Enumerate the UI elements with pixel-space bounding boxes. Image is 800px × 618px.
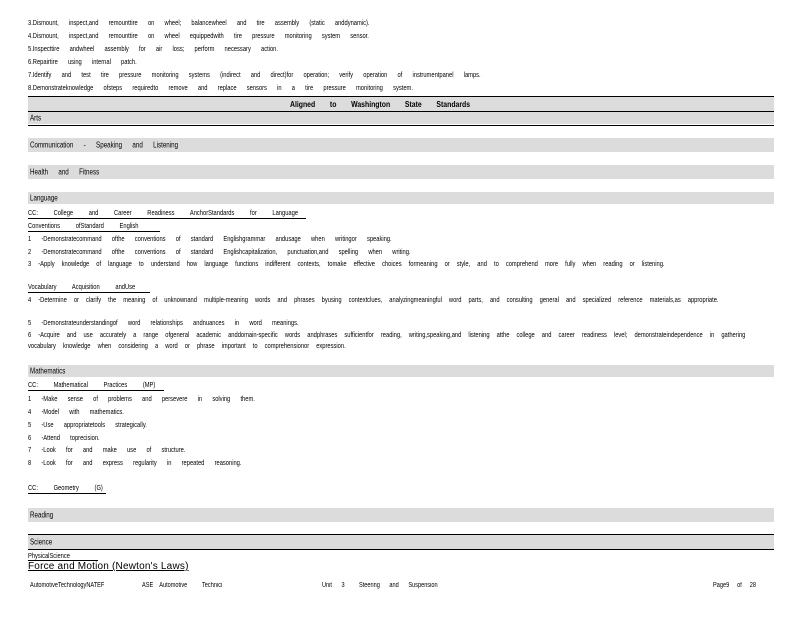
science-subheading: PhysicalScience — [28, 551, 70, 560]
task-item: 3.Dismount, inspect,and remounttire on w… — [28, 18, 370, 27]
section-mathematics: Mathematics — [28, 365, 774, 377]
math-item: 7 -Look for and make use of structure. — [28, 445, 186, 454]
math-cc-heading: CC: Mathematical Practices (MP) — [28, 380, 156, 389]
section-title: Mathematics — [30, 366, 66, 376]
footer-unit-title: Steering and Suspension — [359, 582, 438, 589]
aligned-standards-heading: Aligned to Washington State Standards — [28, 96, 774, 112]
section-title: Language — [30, 193, 58, 203]
language-cc-heading: CC: College and Career Readiness AnchorS… — [28, 208, 299, 217]
task-item: 8.Demonstrateknowledge ofsteps requiredt… — [28, 83, 413, 92]
underline — [28, 390, 164, 391]
underline — [28, 292, 150, 293]
divider — [28, 125, 774, 126]
task-item: 5.Inspecttire andwheel assembly for air … — [28, 44, 278, 53]
language-item: 3 -Apply knowledge of language to unders… — [28, 259, 665, 268]
divider — [28, 549, 774, 550]
math-item: 4 -Model with mathematics. — [28, 407, 124, 416]
section-communication: Communication - Speaking and Listening — [28, 138, 774, 152]
geometry-heading: CC: Geometry (G) — [28, 483, 103, 492]
underline — [28, 231, 160, 232]
language-item: 1 -Demonstratecommand ofthe conventions … — [28, 234, 392, 243]
language-item: 6 -Acquire and use accurately a range of… — [28, 330, 746, 350]
footer-course: AutomotiveTechnologyNATEF — [30, 582, 105, 589]
footer-page-number: Page9 of 28 — [713, 582, 757, 589]
task-item: 4.Dismount, inspect,and remounttire on w… — [28, 31, 369, 40]
vocabulary-heading: Vocabulary Acquisition andUse — [28, 282, 136, 291]
section-title: Science — [30, 537, 53, 547]
section-title: Communication - Speaking and Listening — [30, 140, 179, 150]
science-topic: Force and Motion (Newton's Laws) — [28, 561, 189, 572]
math-item: 1 -Make sense of problems and persevere … — [28, 394, 255, 403]
aligned-standards-title: Aligned to Washington State Standards — [290, 99, 471, 109]
footer-technician: Technici — [202, 582, 223, 589]
language-item: 5 -Demonstrateunderstandingof word relat… — [28, 318, 299, 327]
section-health: Health and Fitness — [28, 165, 774, 179]
document-page: 3.Dismount, inspect,and remounttire on w… — [0, 0, 800, 618]
language-item: 2 -Demonstratecommand ofthe conventions … — [28, 247, 411, 256]
footer-unit: Unit 3 — [322, 582, 345, 589]
task-item: 7.Identify and test tire pressure monito… — [28, 70, 481, 79]
footer-ase: ASE Automotive — [142, 582, 188, 589]
math-item: 5 -Use appropriatetools strategically. — [28, 420, 147, 429]
math-item: 8 -Look for and express regularity in re… — [28, 458, 242, 467]
underline — [28, 218, 306, 219]
section-title: Health and Fitness — [30, 167, 100, 177]
conventions-heading: Conventions ofStandard English — [28, 221, 139, 230]
section-title: Arts — [30, 113, 42, 123]
section-reading: Reading — [28, 508, 774, 522]
language-item: 4 -Determine or clarify the meaning of u… — [28, 295, 719, 304]
underline — [28, 493, 106, 494]
math-item: 6 -Attend toprecision. — [28, 433, 100, 442]
section-science: Science — [28, 535, 774, 549]
section-title: Reading — [30, 510, 54, 520]
section-language: Language — [28, 192, 774, 204]
section-arts: Arts — [28, 112, 774, 124]
task-item: 6.Repairtire using internal patch. — [28, 57, 137, 66]
